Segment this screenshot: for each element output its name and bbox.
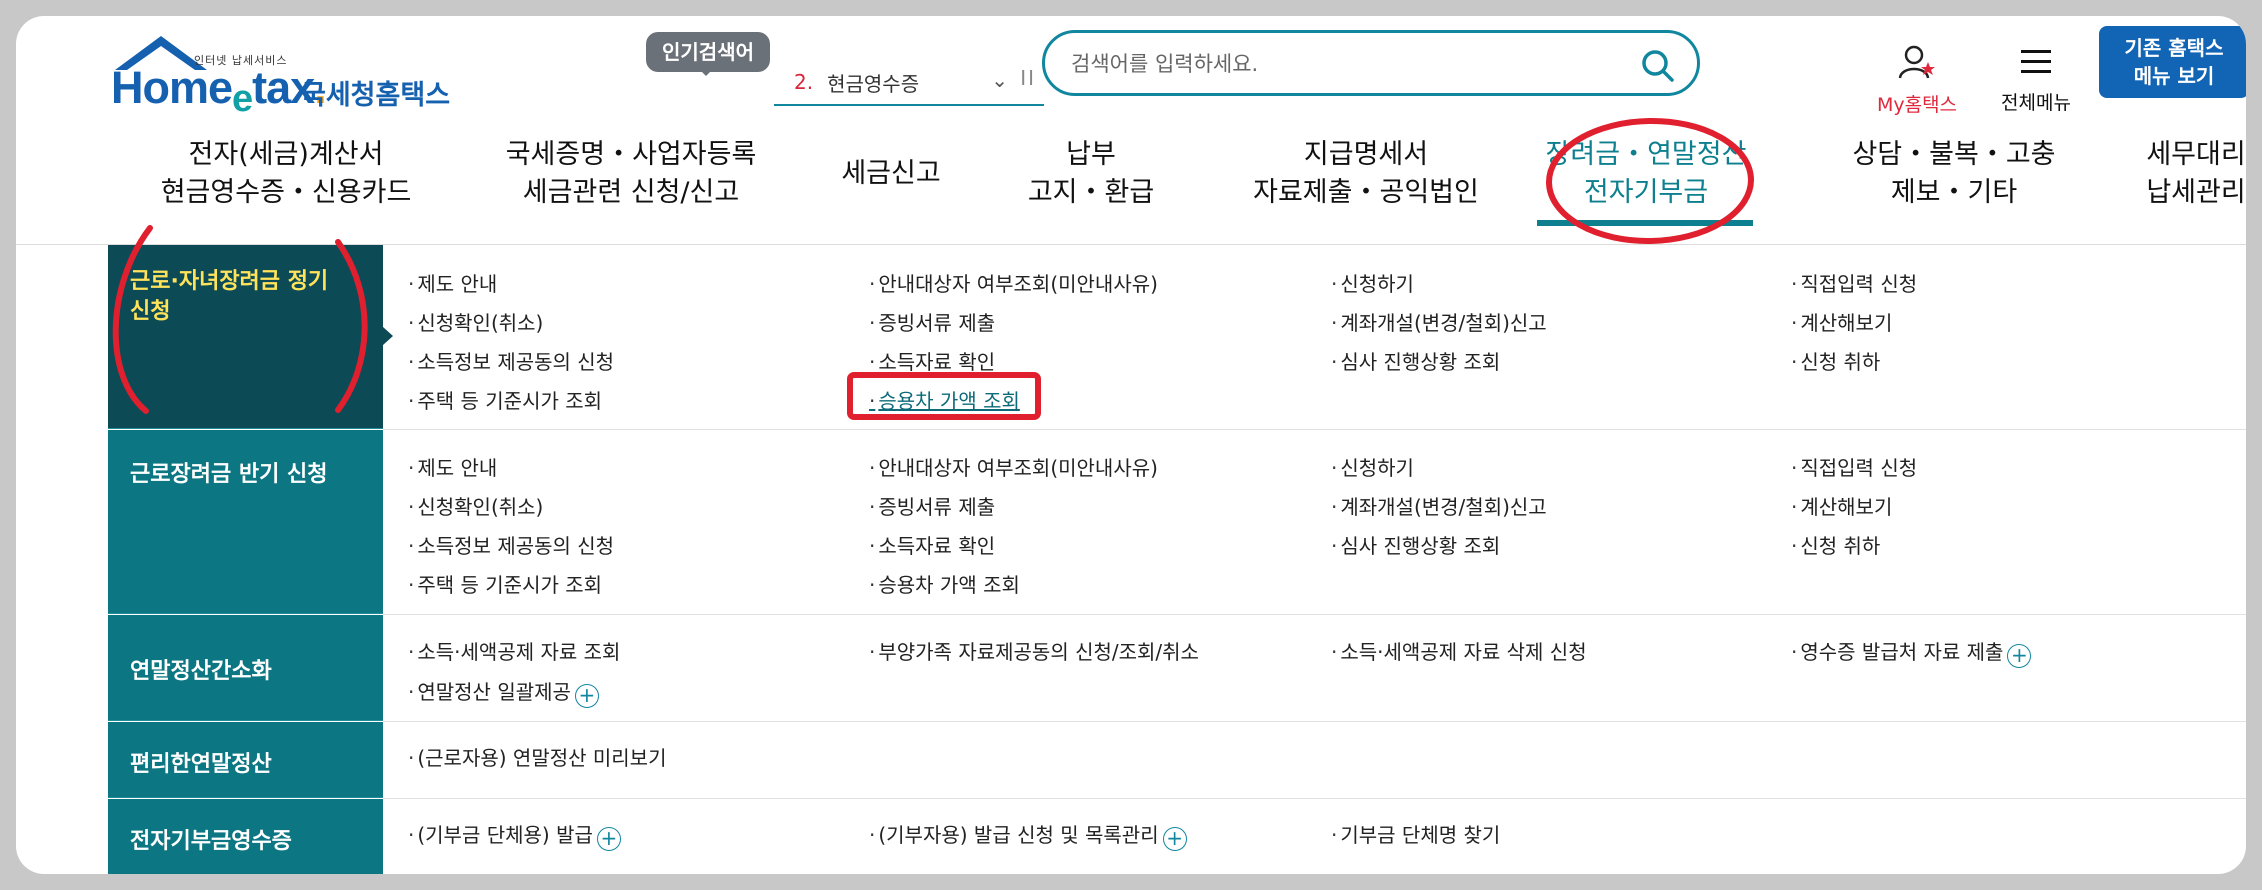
link-system-guide[interactable]: 제도 안내 xyxy=(408,268,497,297)
link-dependent-consent[interactable]: 부양가족 자료제공동의 신청/조회/취소 xyxy=(869,636,1199,665)
link-org-issue[interactable]: (기부금 단체용) 발급+ xyxy=(408,819,621,851)
active-section-arrow xyxy=(383,327,402,345)
row-divider xyxy=(383,798,2246,799)
link-preview[interactable]: (근로자용) 연말정산 미리보기 xyxy=(408,742,666,771)
link-review-status[interactable]: 심사 진행상황 조회 xyxy=(1331,530,1500,559)
link-income-data[interactable]: 소득자료 확인 xyxy=(869,530,995,559)
link-direct-input[interactable]: 직접입력 신청 xyxy=(1791,452,1917,481)
search-box xyxy=(1042,30,1700,96)
link-account-report[interactable]: 계좌개설(변경/철회)신고 xyxy=(1331,491,1546,520)
link-bulk-provision[interactable]: 연말정산 일괄제공+ xyxy=(408,676,599,708)
search-icon[interactable] xyxy=(1639,47,1677,85)
link-withdraw[interactable]: 신청 취하 xyxy=(1791,530,1880,559)
link-donor-issue[interactable]: (기부자용) 발급 신청 및 목록관리+ xyxy=(869,819,1187,851)
link-car-value[interactable]: 승용차 가액 조회 xyxy=(869,385,1020,414)
logo-korean-name: 국세청홈택스 xyxy=(301,80,451,111)
row-divider xyxy=(383,614,2246,615)
link-apply[interactable]: 신청하기 xyxy=(1331,268,1414,297)
popular-term[interactable]: 현금영수증 xyxy=(827,68,919,97)
link-car-value[interactable]: 승용차 가액 조회 xyxy=(869,569,1020,598)
link-eligibility-check[interactable]: 안내대상자 여부조회(미안내사유) xyxy=(869,268,1158,297)
gnb-tax-agent[interactable]: 세무대리 납세관리 xyxy=(2116,136,2246,212)
row-divider xyxy=(383,721,2246,722)
section-title-yearend-simplified[interactable]: 연말정산간소화 xyxy=(108,615,383,721)
search-input[interactable] xyxy=(1071,45,1631,83)
popular-search-ticker[interactable]: 2. 현금영수증 ⌄ II xyxy=(774,60,1044,106)
gnb-e-invoice[interactable]: 전자(세금)계산서 현금영수증・신용카드 xyxy=(116,136,456,212)
gnb-tax-filing[interactable]: 세금신고 xyxy=(816,155,966,193)
section-title-donation-receipt[interactable]: 전자기부금영수증 xyxy=(108,799,383,874)
link-house-price[interactable]: 주택 등 기준시가 조회 xyxy=(408,385,602,414)
link-income-data[interactable]: 소득자료 확인 xyxy=(869,346,995,375)
user-icon xyxy=(1898,45,1935,79)
link-find-org[interactable]: 기부금 단체명 찾기 xyxy=(1331,819,1500,848)
gnb-payment[interactable]: 납부 고지・환급 xyxy=(1001,136,1181,212)
hometax-logo[interactable]: 인터넷 납세서비스 Homeetax. 국세청홈택스 xyxy=(111,32,451,122)
gnb-incentives-yearend[interactable]: 장려금・연말정산 전자기부금 xyxy=(1523,136,1769,212)
link-house-price[interactable]: 주택 등 기준시가 조회 xyxy=(408,569,602,598)
row-divider xyxy=(383,429,2246,430)
all-menu-label: 전체메뉴 xyxy=(2001,92,2071,114)
link-deduction-data[interactable]: 소득·세액공제 자료 조회 xyxy=(408,636,620,665)
page-card: 인터넷 납세서비스 Homeetax. 국세청홈택스 인기검색어 2. 현금영수… xyxy=(16,16,2246,874)
link-system-guide[interactable]: 제도 안내 xyxy=(408,452,497,481)
popular-rank: 2. xyxy=(794,70,814,94)
link-delete-request[interactable]: 소득·세액공제 자료 삭제 신청 xyxy=(1331,636,1586,665)
pause-icon[interactable]: II xyxy=(1020,66,1036,90)
link-confirm-cancel[interactable]: 신청확인(취소) xyxy=(408,307,543,336)
gnb-active-indicator xyxy=(1537,220,1753,226)
link-apply[interactable]: 신청하기 xyxy=(1331,452,1414,481)
link-submit-documents[interactable]: 증빙서류 제출 xyxy=(869,491,995,520)
section-title-easy-yearend[interactable]: 편리한연말정산 xyxy=(108,722,383,798)
section-title-regular[interactable]: 근로·자녀장려금 정기 신청 xyxy=(108,245,383,429)
logo-wordmark: Homeetax. xyxy=(111,62,327,120)
link-calculate[interactable]: 계산해보기 xyxy=(1791,307,1892,336)
chevron-down-icon[interactable]: ⌄ xyxy=(991,68,1008,92)
link-receipt-submit[interactable]: 영수증 발급처 자료 제출+ xyxy=(1791,636,2032,668)
expand-plus-icon[interactable]: + xyxy=(574,684,599,708)
gnb-certificates[interactable]: 국세증명・사업자등록 세금관련 신청/신고 xyxy=(466,136,796,212)
link-income-consent[interactable]: 소득정보 제공동의 신청 xyxy=(408,346,614,375)
link-account-report[interactable]: 계좌개설(변경/철회)신고 xyxy=(1331,307,1546,336)
expand-plus-icon[interactable]: + xyxy=(2007,644,2032,668)
link-income-consent[interactable]: 소득정보 제공동의 신청 xyxy=(408,530,614,559)
popular-search-badge: 인기검색어 xyxy=(646,32,770,76)
expand-plus-icon[interactable]: + xyxy=(1162,827,1187,851)
expand-plus-icon[interactable]: + xyxy=(596,827,621,851)
section-title-half-year[interactable]: 근로장려금 반기 신청 xyxy=(108,430,383,614)
link-direct-input[interactable]: 직접입력 신청 xyxy=(1791,268,1917,297)
myhome-label: My홈택스 xyxy=(1876,94,1958,116)
all-menu-button[interactable]: 전체메뉴 xyxy=(1986,44,2086,115)
hamburger-menu-icon xyxy=(2021,50,2051,73)
link-confirm-cancel[interactable]: 신청확인(취소) xyxy=(408,491,543,520)
myhome-button[interactable]: My홈택스 xyxy=(1862,44,1972,117)
link-calculate[interactable]: 계산해보기 xyxy=(1791,491,1892,520)
link-review-status[interactable]: 심사 진행상황 조회 xyxy=(1331,346,1500,375)
link-eligibility-check[interactable]: 안내대상자 여부조회(미안내사유) xyxy=(869,452,1158,481)
link-submit-documents[interactable]: 증빙서류 제출 xyxy=(869,307,995,336)
classic-menu-button[interactable]: 기존 홈택스 메뉴 보기 xyxy=(2099,26,2246,98)
link-withdraw[interactable]: 신청 취하 xyxy=(1791,346,1880,375)
gnb-payment-statements[interactable]: 지급명세서 자료제출・공익법인 xyxy=(1221,136,1511,212)
gnb-consultation[interactable]: 상담・불복・고충 제보・기타 xyxy=(1824,136,2084,212)
